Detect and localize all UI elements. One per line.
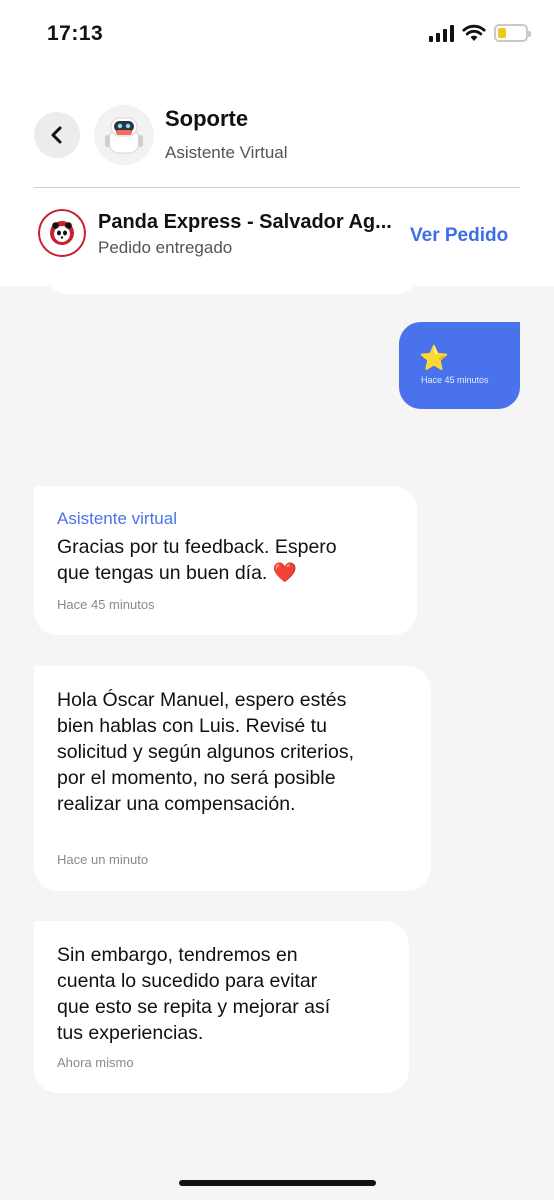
back-button[interactable] bbox=[34, 112, 80, 158]
top-header-area: 17:13 Soporte Asistente Virtual Panda Ex… bbox=[0, 0, 554, 286]
agent-message-bubble: Sin embargo, tendremos en cuenta lo suce… bbox=[34, 921, 409, 1093]
back-arrow-icon bbox=[51, 126, 62, 144]
battery-icon bbox=[494, 24, 531, 42]
robot-avatar bbox=[94, 105, 154, 165]
signal-icon bbox=[429, 24, 454, 42]
header-divider bbox=[34, 187, 520, 188]
user-message-bubble: ⭐ Hace 45 minutos bbox=[399, 322, 520, 409]
message-time: Ahora mismo bbox=[57, 1055, 134, 1070]
message-text: Hola Óscar Manuel, espero estés bien hab… bbox=[57, 689, 354, 815]
panda-express-logo bbox=[38, 209, 86, 257]
message-sender-label: Asistente virtual bbox=[57, 509, 177, 528]
previous-message-bubble bbox=[42, 258, 422, 294]
home-indicator[interactable] bbox=[179, 1180, 376, 1186]
status-icons bbox=[429, 24, 531, 42]
status-time: 17:13 bbox=[47, 22, 104, 45]
message-text: Gracias por tu feedback. Espero que teng… bbox=[57, 536, 337, 584]
message-text: Sin embargo, tendremos en cuenta lo suce… bbox=[57, 944, 331, 1044]
header-title: Soporte bbox=[165, 106, 249, 131]
agent-message-bubble: Hola Óscar Manuel, espero estés bien hab… bbox=[34, 666, 431, 891]
message-time: Hace 45 minutos bbox=[421, 375, 489, 385]
store-name: Panda Express - Salvador Ag... bbox=[98, 211, 392, 233]
header-subtitle: Asistente Virtual bbox=[165, 143, 288, 162]
view-order-button[interactable]: Ver Pedido bbox=[410, 225, 508, 247]
star-emoji: ⭐ bbox=[419, 345, 449, 372]
order-status: Pedido entregado bbox=[98, 238, 233, 257]
bot-message-bubble: Asistente virtual Gracias por tu feedbac… bbox=[34, 486, 417, 635]
message-time: Hace un minuto bbox=[57, 852, 149, 867]
message-time: Hace 45 minutos bbox=[57, 597, 155, 612]
wifi-icon bbox=[462, 24, 486, 41]
